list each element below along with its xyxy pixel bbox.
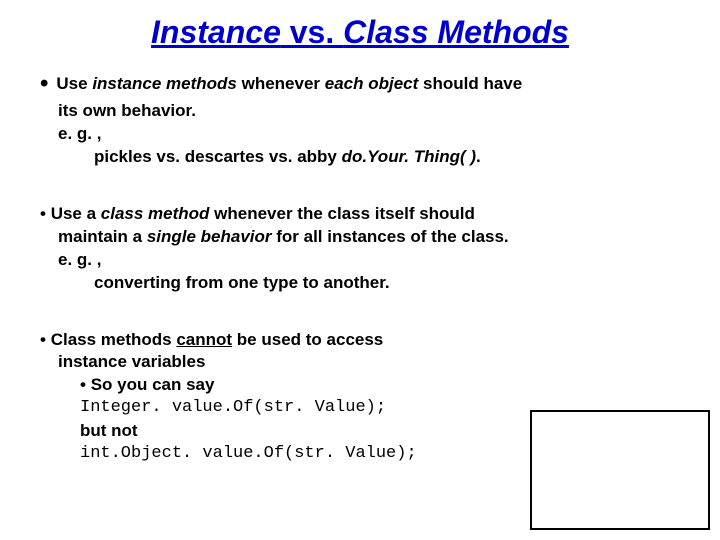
- text: whenever: [237, 74, 325, 93]
- bullet-2: • Use a class method whenever the class …: [40, 203, 680, 295]
- bullet-icon: •: [80, 375, 91, 394]
- text: whenever the class itself should: [209, 204, 474, 223]
- title-vs: vs.: [281, 14, 343, 50]
- bullet-1-example: pickles vs. descartes vs. abby do.Your. …: [40, 146, 680, 169]
- text: Class methods: [51, 330, 177, 349]
- text-italic: class method: [101, 204, 210, 223]
- slide-title: Instance vs. Class Methods: [0, 0, 720, 61]
- bullet-1-text: Use instance methods whenever each objec…: [56, 73, 522, 96]
- bullet-2-eg: e. g. ,: [40, 249, 680, 272]
- bullet-2-line2: maintain a single behavior for all insta…: [40, 226, 680, 249]
- text-italic: each object: [325, 74, 419, 93]
- title-class-methods: Class Methods: [343, 14, 569, 50]
- bullet-3-line1: • Class methods cannot be used to access: [40, 329, 680, 352]
- bullet-1-eg: e. g. ,: [40, 123, 680, 146]
- title-instance: Instance: [151, 14, 281, 50]
- bullet-icon: •: [40, 204, 51, 223]
- text: for all instances of the class.: [272, 227, 509, 246]
- bullet-icon: •: [40, 73, 48, 95]
- bullet-1-line2: its own behavior.: [40, 100, 680, 123]
- text: maintain a: [58, 227, 147, 246]
- bullet-2-line1: • Use a class method whenever the class …: [40, 203, 680, 226]
- empty-box: [530, 410, 710, 530]
- bullet-1: • Use instance methods whenever each obj…: [40, 73, 680, 169]
- text: should have: [418, 74, 522, 93]
- bullet-3-so: • So you can say: [40, 374, 680, 397]
- text: So you can say: [91, 375, 215, 394]
- text: .: [476, 147, 481, 166]
- text-italic: do.Your. Thing( ): [342, 147, 476, 166]
- text: pickles vs. descartes vs. abby: [94, 147, 342, 166]
- bullet-icon: •: [40, 330, 51, 349]
- bullet-2-example: converting from one type to another.: [40, 272, 680, 295]
- text-italic: single behavior: [147, 227, 272, 246]
- text-italic: instance methods: [92, 74, 237, 93]
- text: Use: [56, 74, 92, 93]
- bullet-3-line2: instance variables: [40, 351, 680, 374]
- text: Use a: [51, 204, 101, 223]
- text: be used to access: [232, 330, 383, 349]
- text-underline: cannot: [176, 330, 232, 349]
- slide-body: • Use instance methods whenever each obj…: [0, 61, 720, 466]
